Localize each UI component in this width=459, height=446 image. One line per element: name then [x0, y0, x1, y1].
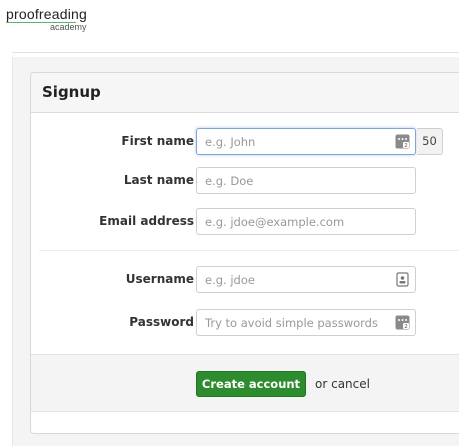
card-header: Signup	[31, 73, 459, 113]
first-name-label: First name	[121, 134, 194, 148]
password-label: Password	[129, 315, 194, 329]
or-cancel-text: or cancel	[315, 377, 370, 391]
header-divider	[12, 52, 459, 53]
email-label: Email address	[99, 214, 194, 228]
password-input[interactable]	[196, 309, 416, 336]
email-row: Email address	[31, 208, 459, 235]
svg-text:2: 2	[404, 143, 408, 149]
brand-logo[interactable]: proofreading academy	[6, 6, 88, 32]
username-input[interactable]	[196, 266, 416, 293]
first-name-row: First name 2 50	[31, 128, 459, 155]
character-counter: 50	[417, 128, 443, 155]
or-text: or	[315, 377, 328, 391]
signup-card: Signup First name 2 50 Last name Email	[30, 72, 459, 434]
last-name-input[interactable]	[196, 167, 416, 194]
brand-sub: academy	[50, 22, 87, 32]
username-row: Username	[31, 266, 459, 293]
password-manager-icon[interactable]: 2	[395, 134, 410, 149]
email-input[interactable]	[196, 208, 416, 235]
card-title: Signup	[42, 83, 101, 101]
section-divider	[39, 250, 459, 251]
create-account-button[interactable]: Create account	[196, 371, 306, 397]
username-label: Username	[125, 272, 194, 286]
svg-text:2: 2	[404, 324, 408, 330]
cancel-link[interactable]: cancel	[331, 377, 370, 391]
form-actions: Create account or cancel	[31, 354, 459, 412]
password-row: Password 2	[31, 309, 459, 336]
last-name-row: Last name	[31, 167, 459, 194]
first-name-input[interactable]	[196, 128, 416, 155]
last-name-label: Last name	[123, 173, 194, 187]
top-bar: proofreading academy	[0, 0, 459, 56]
brand-name: proofreading	[6, 6, 88, 22]
contact-card-icon[interactable]	[395, 272, 410, 287]
page-background: Signup First name 2 50 Last name Email	[12, 57, 459, 446]
password-manager-icon[interactable]: 2	[395, 315, 410, 330]
